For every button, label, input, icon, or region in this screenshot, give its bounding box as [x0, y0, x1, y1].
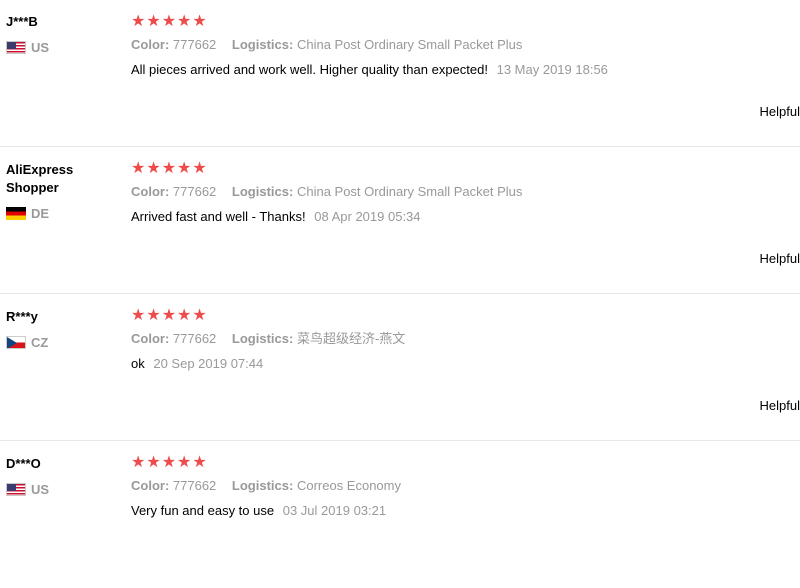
- color-label: Color:: [131, 37, 170, 52]
- reviewer-info: D***O US: [6, 455, 116, 497]
- review-timestamp: 03 Jul 2019 03:21: [282, 503, 387, 518]
- country-code: DE: [31, 205, 50, 221]
- rating-stars-icon: ★★★★★: [131, 307, 208, 324]
- country-code: US: [31, 39, 50, 55]
- review-item: R***y CZ ★★★★★ Color: 777662 Logistics: …: [0, 294, 800, 441]
- reviewer-name: R***y: [6, 309, 38, 324]
- review-item: J***B US ★★★★★ Color: 777662 Logistics: …: [0, 0, 800, 147]
- reviewer-country: CZ: [6, 334, 116, 350]
- rating-stars-icon: ★★★★★: [131, 160, 208, 177]
- logistics-value: China Post Ordinary Small Packet Plus: [296, 37, 523, 52]
- country-code: US: [31, 481, 50, 497]
- color-label: Color:: [131, 331, 170, 346]
- review-timestamp: 13 May 2019 18:56: [496, 62, 608, 77]
- rating-stars-icon: ★★★★★: [131, 13, 208, 30]
- review-content: ★★★★★ Color: 777662 Logistics: 菜鸟超级经济-燕文…: [131, 307, 800, 372]
- review-item: AliExpress Shopper DE ★★★★★ Color: 77766…: [0, 147, 800, 294]
- review-content: ★★★★★ Color: 777662 Logistics: China Pos…: [131, 160, 800, 225]
- review-text-row: Arrived fast and well - Thanks! 08 Apr 2…: [131, 209, 800, 225]
- review-text-row: Very fun and easy to use 03 Jul 2019 03:…: [131, 503, 800, 519]
- review-text-row: ok 20 Sep 2019 07:44: [131, 356, 800, 372]
- reviewer-name: J***B: [6, 14, 38, 29]
- review-timestamp: 20 Sep 2019 07:44: [153, 356, 264, 371]
- review-text: Arrived fast and well - Thanks!: [131, 209, 306, 224]
- logistics-value: Correos Economy: [296, 478, 401, 493]
- color-value: 777662: [172, 331, 217, 346]
- review-meta: Color: 777662 Logistics: China Post Ordi…: [131, 184, 800, 200]
- review-text: ok: [131, 356, 145, 371]
- color-value: 777662: [172, 478, 217, 493]
- color-value: 777662: [172, 37, 217, 52]
- review-meta: Color: 777662 Logistics: 菜鸟超级经济-燕文: [131, 331, 800, 347]
- review-text: All pieces arrived and work well. Higher…: [131, 62, 488, 77]
- logistics-label: Logistics:: [231, 478, 294, 493]
- review-text-row: All pieces arrived and work well. Higher…: [131, 62, 800, 78]
- de-flag-icon: [6, 206, 26, 220]
- review-meta: Color: 777662 Logistics: Correos Economy: [131, 478, 800, 494]
- helpful-button[interactable]: Helpful: [760, 104, 800, 119]
- reviewer-name: D***O: [6, 456, 41, 471]
- reviewer-info: AliExpress Shopper DE: [6, 161, 116, 221]
- cz-flag-icon: [6, 335, 26, 349]
- reviewer-country: DE: [6, 205, 116, 221]
- country-code: CZ: [31, 334, 49, 350]
- reviewer-name: AliExpress Shopper: [6, 162, 74, 195]
- color-value: 777662: [172, 184, 217, 199]
- color-label: Color:: [131, 184, 170, 199]
- us-flag-icon: [6, 40, 26, 54]
- logistics-label: Logistics:: [231, 37, 294, 52]
- review-timestamp: 08 Apr 2019 05:34: [314, 209, 421, 224]
- rating-stars-icon: ★★★★★: [131, 454, 208, 471]
- reviewer-info: J***B US: [6, 13, 116, 55]
- helpful-button[interactable]: Helpful: [760, 251, 800, 266]
- logistics-value: China Post Ordinary Small Packet Plus: [296, 184, 523, 199]
- review-content: ★★★★★ Color: 777662 Logistics: China Pos…: [131, 13, 800, 78]
- logistics-label: Logistics:: [231, 331, 294, 346]
- review-item: D***O US ★★★★★ Color: 777662 Logistics: …: [0, 441, 800, 588]
- helpful-button[interactable]: Helpful: [760, 398, 800, 413]
- review-text: Very fun and easy to use: [131, 503, 275, 518]
- color-label: Color:: [131, 478, 170, 493]
- us-flag-icon: [6, 482, 26, 496]
- review-meta: Color: 777662 Logistics: China Post Ordi…: [131, 37, 800, 53]
- logistics-label: Logistics:: [231, 184, 294, 199]
- review-content: ★★★★★ Color: 777662 Logistics: Correos E…: [131, 454, 800, 519]
- logistics-value: 菜鸟超级经济-燕文: [296, 331, 406, 346]
- reviewer-info: R***y CZ: [6, 308, 116, 350]
- reviewer-country: US: [6, 39, 116, 55]
- reviewer-country: US: [6, 481, 116, 497]
